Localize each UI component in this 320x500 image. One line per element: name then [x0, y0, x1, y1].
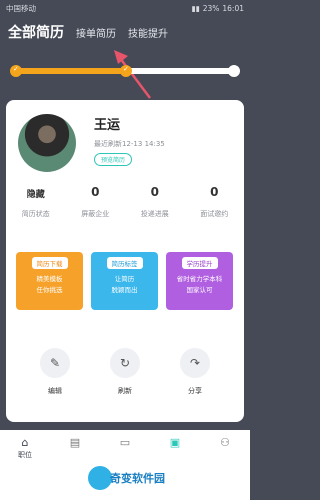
- feature-resume-tags[interactable]: 简历标签 让简历 脱颖而出: [91, 252, 158, 310]
- tab-skill-improve[interactable]: 技能提升: [128, 25, 168, 40]
- nav-briefcase[interactable]: ▭: [107, 436, 143, 460]
- watermark-logo-icon: [88, 466, 112, 490]
- feature-tag: 简历下载: [31, 257, 68, 269]
- edit-icon: ✎: [40, 348, 70, 378]
- avatar[interactable]: [18, 114, 76, 172]
- tab-all-resumes[interactable]: 全部简历: [8, 22, 64, 42]
- progress-fill: [14, 68, 129, 74]
- feature-desc: 让简历: [114, 275, 135, 283]
- progress-node-3: [228, 65, 240, 77]
- feature-desc: 任你挑选: [36, 286, 63, 294]
- stat-label: 投递进展: [140, 210, 169, 218]
- stat-blocked-companies[interactable]: 0 屏蔽企业: [66, 185, 126, 219]
- time-label: 16:01: [222, 3, 244, 13]
- stat-label: 简历状态: [21, 210, 50, 218]
- nav-messages[interactable]: ▤: [57, 436, 93, 460]
- refresh-button[interactable]: ↻ 刷新: [105, 348, 145, 396]
- nav-profile[interactable]: ⚇: [207, 436, 243, 460]
- message-icon: ▤: [69, 436, 81, 449]
- nav-resume[interactable]: ▣: [157, 436, 193, 460]
- stat-value: 0: [91, 185, 100, 199]
- action-row: ✎ 编辑 ↻ 刷新 ↷ 分享: [6, 348, 244, 396]
- stat-value: 隐藏: [26, 190, 45, 200]
- user-name: 王运: [94, 118, 121, 133]
- stat-application-progress[interactable]: 0 投递进展: [125, 185, 185, 219]
- signal-icon: ▮▮: [191, 3, 200, 13]
- feature-desc: 省时省力学本科: [176, 275, 223, 283]
- feature-desc: 精美模板: [36, 275, 63, 283]
- action-label: 分享: [188, 387, 202, 395]
- feature-cards: 简历下载 精美模板 任你挑选 简历标签 让简历 脱颖而出 学历提升 省时省力学本…: [16, 252, 233, 310]
- status-bar: 中国移动 ▮▮ 23% 16:01: [0, 0, 250, 16]
- stat-resume-status[interactable]: 隐藏 简历状态: [6, 185, 66, 219]
- feature-tag: 学历提升: [181, 257, 218, 269]
- briefcase-icon: ▭: [119, 436, 131, 449]
- feature-resume-download[interactable]: 简历下载 精美模板 任你挑选: [16, 252, 83, 310]
- watermark: 奇变软件园: [88, 466, 188, 490]
- carrier-label: 中国移动: [6, 3, 36, 13]
- stat-interview-invites[interactable]: 0 面试邀约: [185, 185, 245, 219]
- stat-value: 0: [210, 185, 219, 199]
- action-label: 编辑: [48, 387, 62, 395]
- preview-resume-button[interactable]: 预览简历: [94, 153, 132, 166]
- action-label: 刷新: [118, 387, 132, 395]
- nav-label: 职位: [18, 451, 32, 459]
- stat-label: 屏蔽企业: [81, 210, 110, 218]
- resume-icon: ▣: [169, 436, 181, 449]
- progress-bar: [10, 62, 240, 82]
- top-tabs: 全部简历 接单简历 技能提升: [8, 22, 168, 42]
- share-icon: ↷: [180, 348, 210, 378]
- resume-card: 王运 最近刷新12-13 14:35 预览简历 隐藏 简历状态 0 屏蔽企业 0…: [6, 100, 244, 422]
- tab-order-resumes[interactable]: 接单简历: [76, 25, 116, 40]
- battery-label: 23%: [202, 3, 220, 13]
- progress-node-1: [10, 65, 22, 77]
- feature-desc: 国家认可: [186, 286, 213, 294]
- stats-row: 隐藏 简历状态 0 屏蔽企业 0 投递进展 0 面试邀约: [6, 185, 244, 219]
- stat-label: 面试邀约: [200, 210, 229, 218]
- feature-desc: 脱颖而出: [111, 286, 138, 294]
- nav-jobs[interactable]: ⌂ 职位: [7, 436, 43, 460]
- watermark-text: 奇变软件园: [110, 472, 165, 485]
- stat-value: 0: [150, 185, 159, 199]
- feature-education-upgrade[interactable]: 学历提升 省时省力学本科 国家认可: [166, 252, 233, 310]
- home-icon: ⌂: [21, 436, 29, 449]
- feature-tag: 简历标签: [106, 257, 143, 269]
- progress-node-2: [120, 65, 132, 77]
- share-button[interactable]: ↷ 分享: [175, 348, 215, 396]
- user-icon: ⚇: [220, 436, 230, 449]
- refresh-time: 最近刷新12-13 14:35: [94, 140, 165, 148]
- refresh-icon: ↻: [110, 348, 140, 378]
- edit-button[interactable]: ✎ 编辑: [35, 348, 75, 396]
